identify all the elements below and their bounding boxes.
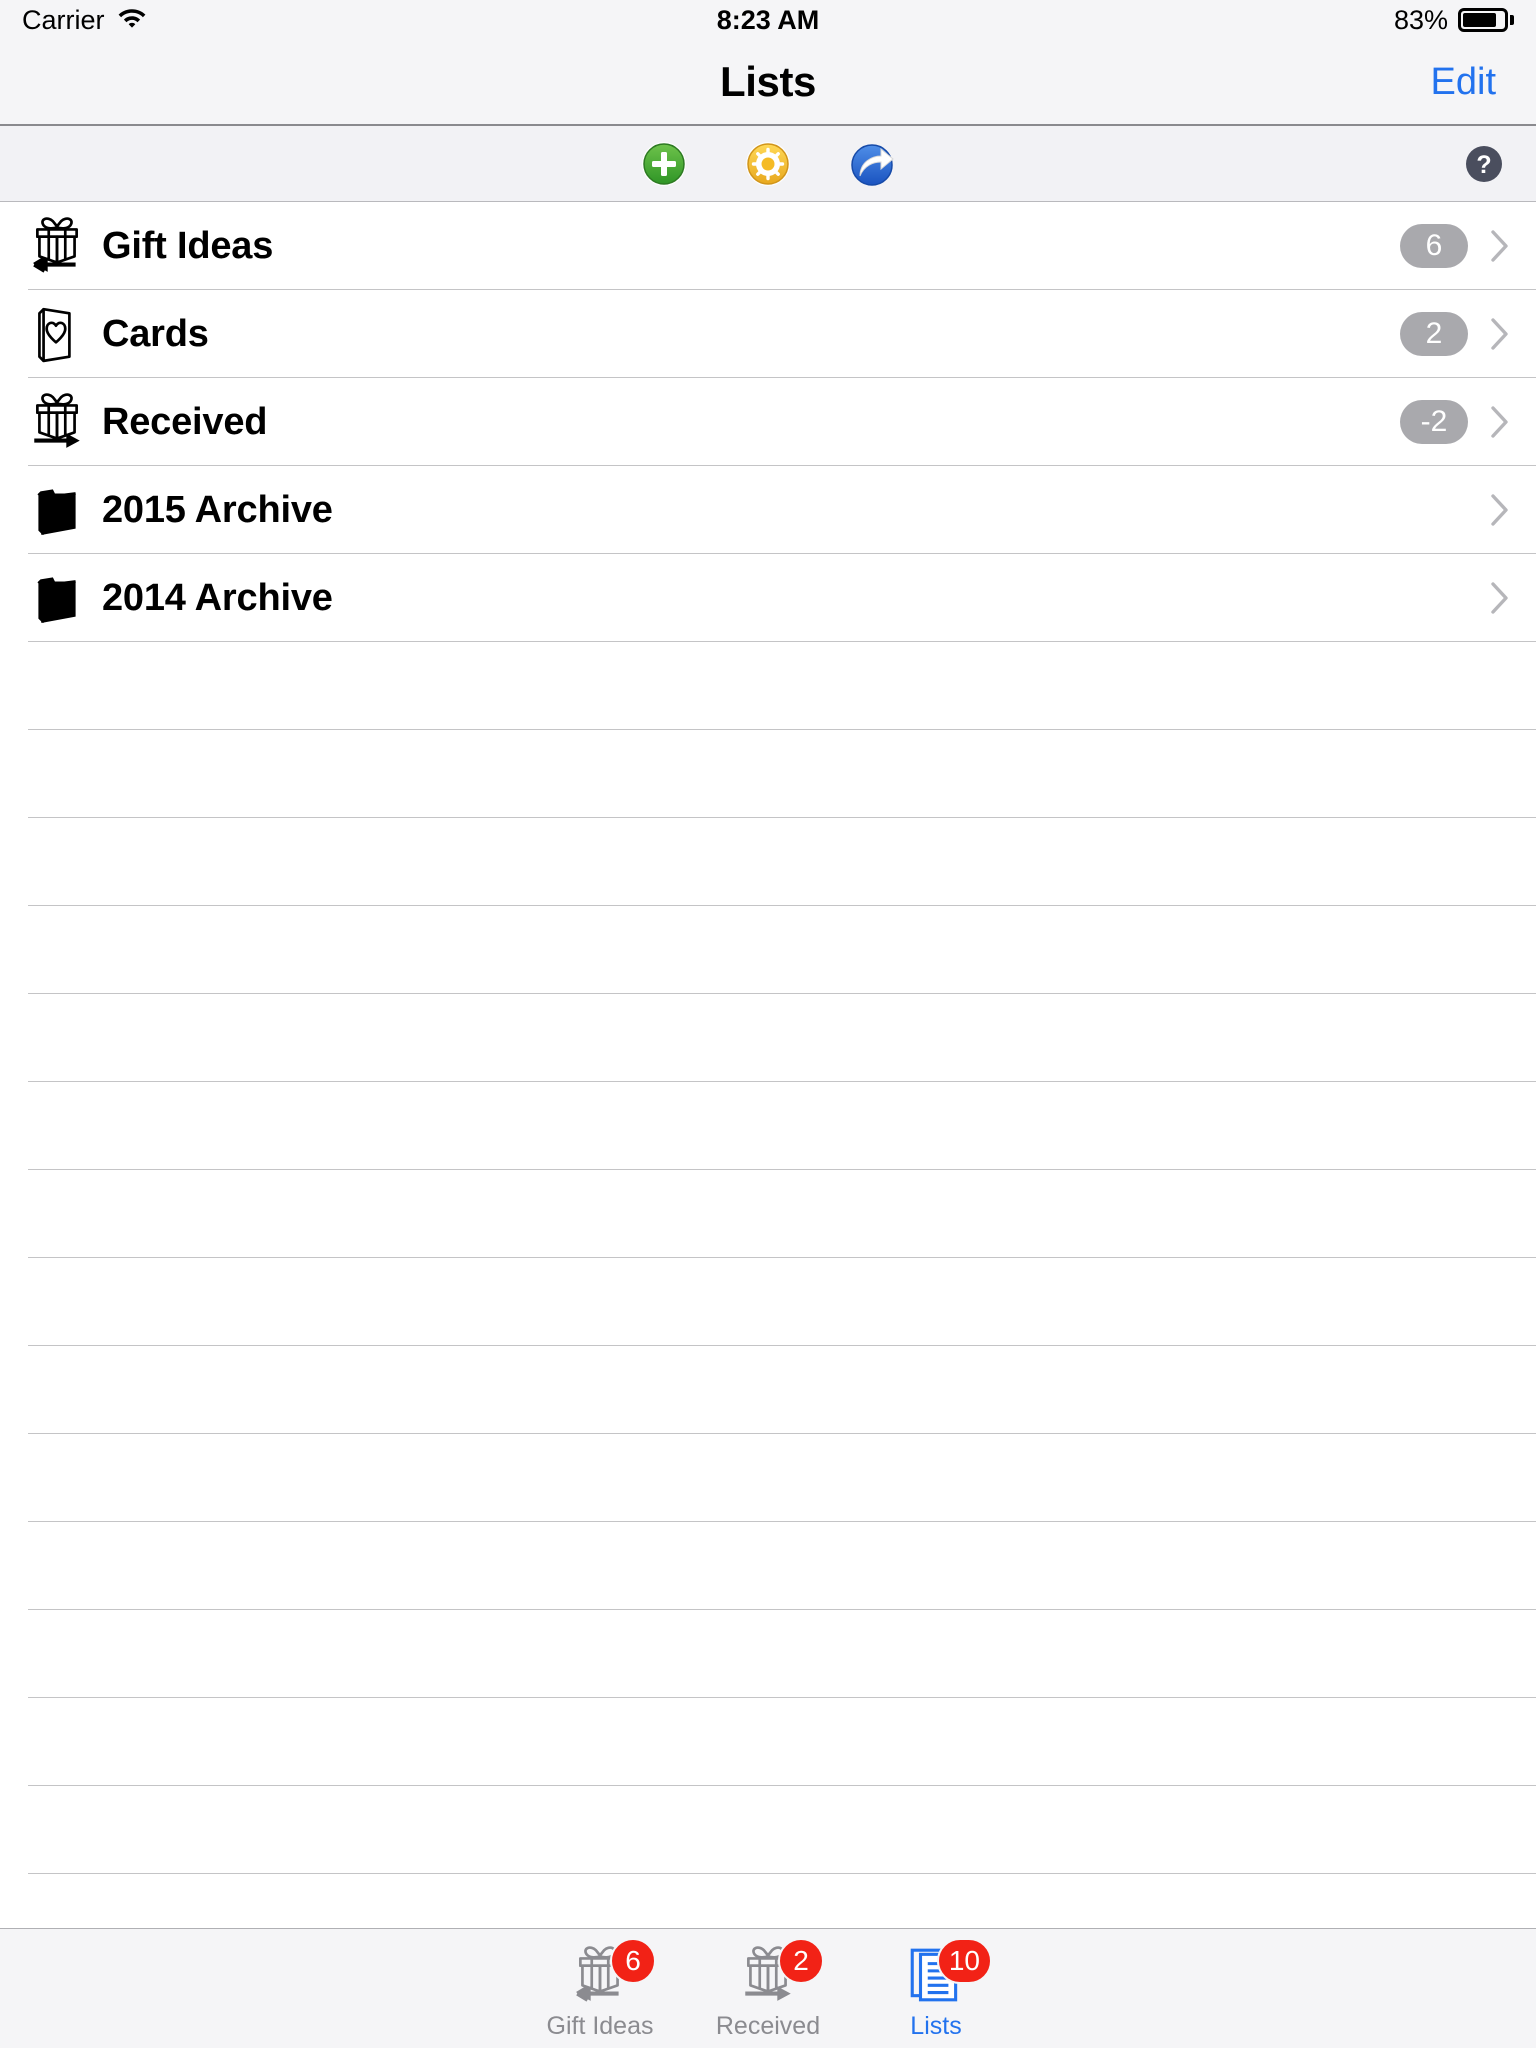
empty-table-row [0, 1522, 1536, 1610]
empty-table-row [0, 1346, 1536, 1434]
table-row[interactable]: Cards 2 [0, 290, 1536, 378]
svg-text:?: ? [1476, 151, 1491, 179]
tab-badge: 6 [610, 1938, 656, 1984]
navigation-bar: Lists Edit [0, 40, 1536, 126]
edit-button[interactable]: Edit [1431, 61, 1496, 104]
add-circle-icon[interactable] [640, 140, 688, 188]
empty-table-row [0, 1698, 1536, 1786]
empty-rows [0, 642, 1536, 1928]
wifi-icon [117, 5, 147, 36]
empty-table-row [0, 642, 1536, 730]
empty-table-row [0, 1258, 1536, 1346]
toolbar: ? [0, 126, 1536, 202]
greeting-card-heart-icon [28, 303, 86, 365]
chevron-right-icon [1490, 493, 1510, 527]
folder-icon [28, 479, 86, 541]
row-label: Cards [102, 312, 209, 355]
empty-table-row [0, 1874, 1536, 1928]
lists-document-icon: 10 [896, 1938, 992, 2008]
count-badge: -2 [1400, 400, 1468, 444]
empty-table-row [0, 1434, 1536, 1522]
chevron-right-icon [1490, 317, 1510, 351]
gift-outgoing-icon: 6 [560, 1938, 656, 2008]
status-bar-right: 83% [1394, 5, 1514, 36]
row-label: 2014 Archive [102, 576, 333, 619]
tab-gift-ideas[interactable]: 6 Gift Ideas [516, 1929, 684, 2048]
chevron-right-icon [1490, 581, 1510, 615]
toolbar-actions [640, 140, 896, 188]
empty-table-row [0, 818, 1536, 906]
folder-icon [28, 567, 86, 629]
row-label: 2015 Archive [102, 488, 333, 531]
battery-percent-label: 83% [1393, 4, 1448, 35]
tab-badge: 10 [936, 1938, 992, 1984]
empty-table-row [0, 906, 1536, 994]
row-label: Received [102, 400, 268, 443]
help-question-icon[interactable]: ? [1462, 142, 1506, 186]
tab-label: Received [715, 2012, 821, 2040]
row-accessories: 6 [1400, 224, 1510, 268]
share-arrow-circle-icon[interactable] [848, 140, 896, 188]
tab-received[interactable]: 2 Received [684, 1929, 852, 2048]
gear-circle-icon[interactable] [744, 140, 792, 188]
tab-bar: 6 Gift Ideas 2 Received 10 Lists [0, 1928, 1536, 2048]
gift-outgoing-icon [28, 215, 86, 277]
tab-label: Gift Ideas [546, 2012, 654, 2040]
empty-table-row [0, 730, 1536, 818]
table-row[interactable]: Received -2 [0, 378, 1536, 466]
page-title: Lists [719, 58, 817, 105]
lists-table: Gift Ideas 6 Cards 2 Received -2 2015 Archive 2… [0, 202, 1536, 1928]
empty-table-row [0, 1170, 1536, 1258]
status-bar-time: 8:23 AM [716, 4, 820, 35]
chevron-right-icon [1490, 405, 1510, 439]
row-accessories: 2 [1400, 312, 1510, 356]
empty-table-row [0, 1786, 1536, 1874]
empty-table-row [0, 1610, 1536, 1698]
row-accessories: -2 [1400, 400, 1510, 444]
count-badge: 6 [1400, 224, 1468, 268]
status-bar: Carrier 8:23 AM 83% [0, 0, 1536, 40]
count-badge: 2 [1400, 312, 1468, 356]
empty-table-row [0, 1082, 1536, 1170]
tab-badge: 2 [778, 1938, 824, 1984]
gift-incoming-icon [28, 391, 86, 453]
row-label: Gift Ideas [102, 224, 274, 267]
chevron-right-icon [1490, 229, 1510, 263]
status-bar-left: Carrier [22, 5, 147, 36]
tab-label: Lists [910, 2012, 962, 2040]
empty-table-row [0, 994, 1536, 1082]
carrier-label: Carrier [22, 4, 105, 35]
battery-icon [1458, 8, 1514, 32]
row-accessories [1490, 493, 1510, 527]
table-rows: Gift Ideas 6 Cards 2 Received -2 2015 Archive 2… [0, 202, 1536, 642]
app-screen: Carrier 8:23 AM 83% Lists Edit ? Gift Id… [0, 0, 1536, 2048]
gift-incoming-icon: 2 [728, 1938, 824, 2008]
table-row[interactable]: Gift Ideas 6 [0, 202, 1536, 290]
table-row[interactable]: 2015 Archive [0, 466, 1536, 554]
row-accessories [1490, 581, 1510, 615]
table-row[interactable]: 2014 Archive [0, 554, 1536, 642]
tab-lists[interactable]: 10 Lists [852, 1929, 1020, 2048]
